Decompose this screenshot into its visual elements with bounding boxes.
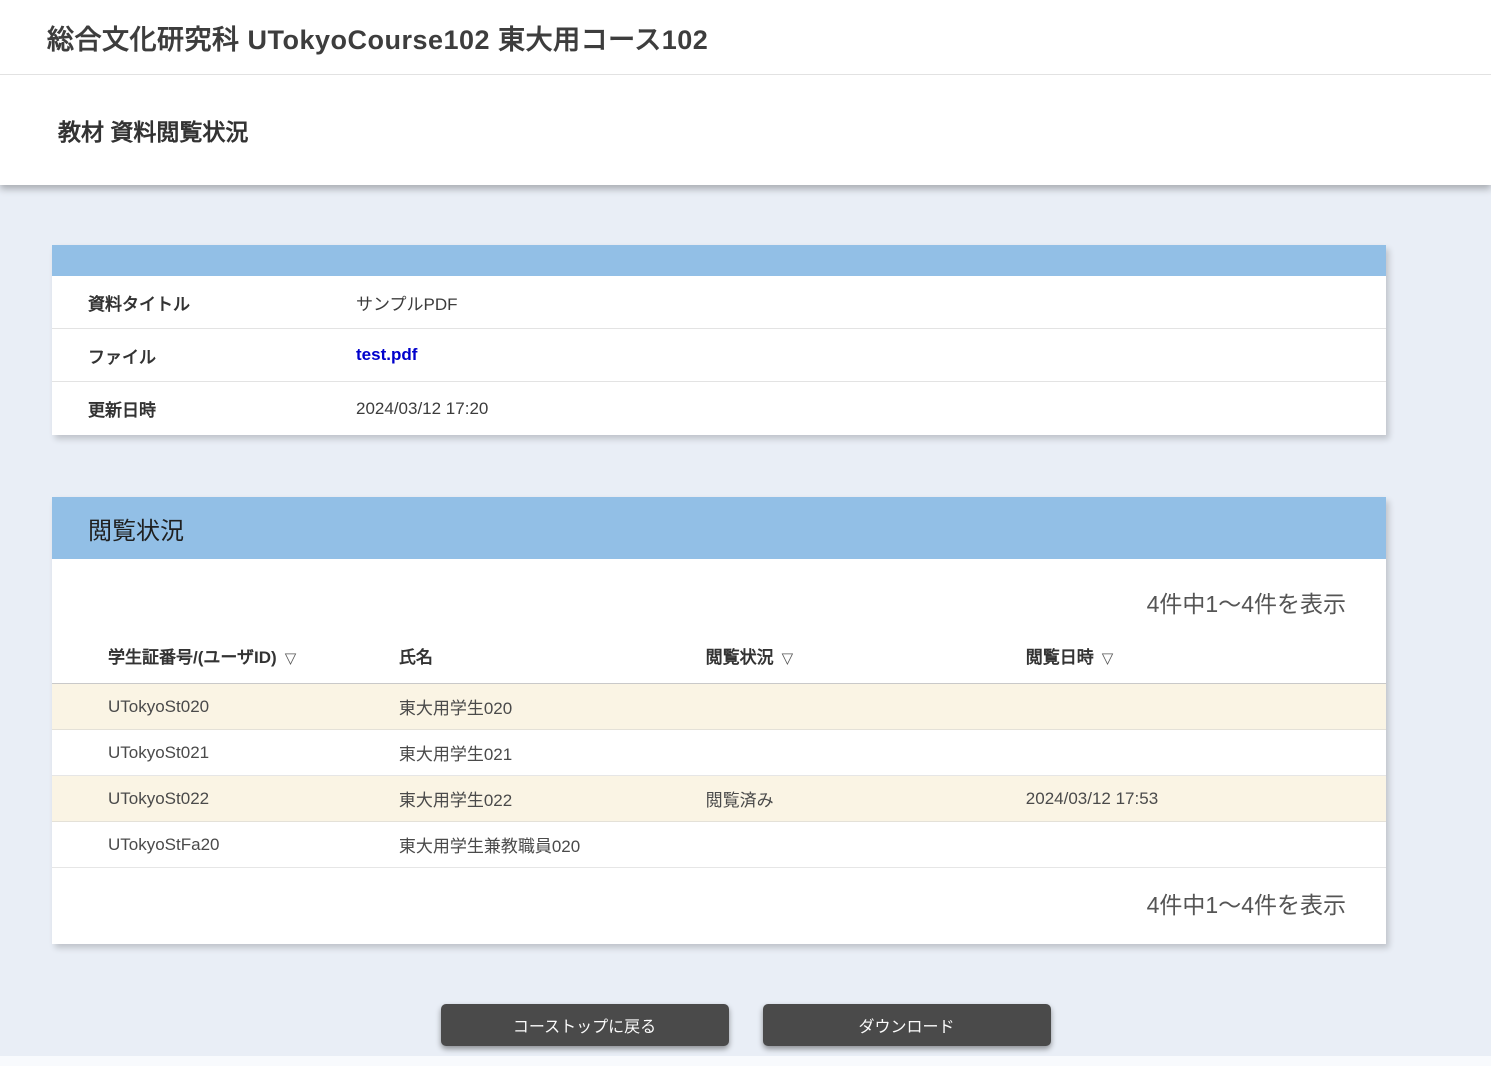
updated-label: 更新日時: [52, 396, 356, 421]
file-label: ファイル: [52, 343, 356, 368]
cell-name: 東大用学生020: [399, 684, 706, 730]
table-row: UTokyoStFa20 東大用学生兼教職員020: [52, 822, 1386, 868]
cell-view-status: [706, 822, 1026, 868]
table-row: UTokyoSt020 東大用学生020: [52, 684, 1386, 730]
course-title-row: 総合文化研究科 UTokyoCourse102 東大用コース102: [0, 0, 1491, 75]
file-link[interactable]: test.pdf: [356, 345, 417, 365]
cell-user-id: UTokyoStFa20: [52, 822, 399, 868]
table-row: UTokyoSt021 東大用学生021: [52, 730, 1386, 776]
sort-icon[interactable]: ▽: [1102, 650, 1114, 667]
pagination-top: 4件中1〜4件を表示: [52, 559, 1386, 621]
info-row-updated: 更新日時 2024/03/12 17:20: [52, 382, 1386, 435]
column-header-name: 氏名: [399, 621, 706, 684]
column-header-view-datetime: 閲覧日時▽: [1026, 621, 1386, 684]
cell-name: 東大用学生兼教職員020: [399, 822, 706, 868]
cell-view-datetime: 2024/03/12 17:53: [1026, 776, 1386, 822]
cell-view-datetime: [1026, 822, 1386, 868]
sort-icon[interactable]: ▽: [782, 650, 794, 667]
info-row-material-title: 資料タイトル サンプルPDF: [52, 276, 1386, 329]
cell-view-status: 閲覧済み: [706, 776, 1026, 822]
course-title: 総合文化研究科 UTokyoCourse102 東大用コース102: [47, 18, 708, 57]
updated-value: 2024/03/12 17:20: [356, 399, 488, 419]
cell-user-id: UTokyoSt021: [52, 730, 399, 776]
material-info-panel-header: [52, 245, 1386, 276]
cell-name: 東大用学生022: [399, 776, 706, 822]
table-row: UTokyoSt022 東大用学生022 閲覧済み 2024/03/12 17:…: [52, 776, 1386, 822]
page-title: 教材 資料閲覧状況: [58, 113, 248, 147]
column-header-view-status: 閲覧状況▽: [706, 621, 1026, 684]
column-header-user-id: 学生証番号/(ユーザID)▽: [52, 621, 399, 684]
cell-user-id: UTokyoSt022: [52, 776, 399, 822]
material-title-label: 資料タイトル: [52, 290, 356, 315]
cell-name: 東大用学生021: [399, 730, 706, 776]
page-title-row: 教材 資料閲覧状況: [0, 75, 1491, 185]
viewing-status-table: 学生証番号/(ユーザID)▽ 氏名 閲覧状況▽ 閲覧日時▽ UTokyoSt02…: [52, 621, 1386, 868]
actions-row: コーストップに戻る ダウンロード: [0, 1004, 1491, 1046]
cell-view-status: [706, 730, 1026, 776]
viewing-status-panel: 閲覧状況 4件中1〜4件を表示 学生証番号/(ユーザID)▽ 氏名 閲覧状況▽ …: [52, 497, 1386, 944]
cell-view-status: [706, 684, 1026, 730]
download-button[interactable]: ダウンロード: [763, 1004, 1051, 1046]
material-title-value: サンプルPDF: [356, 290, 458, 315]
cell-view-datetime: [1026, 684, 1386, 730]
viewing-status-panel-header: 閲覧状況: [52, 497, 1386, 559]
section-title: 閲覧状況: [88, 511, 184, 546]
cell-view-datetime: [1026, 730, 1386, 776]
page-header: 総合文化研究科 UTokyoCourse102 東大用コース102 教材 資料閲…: [0, 0, 1491, 185]
material-info-panel: 資料タイトル サンプルPDF ファイル test.pdf 更新日時 2024/0…: [52, 245, 1386, 435]
sort-icon[interactable]: ▽: [285, 650, 297, 667]
back-to-course-top-button[interactable]: コーストップに戻る: [441, 1004, 729, 1046]
table-header-row: 学生証番号/(ユーザID)▽ 氏名 閲覧状況▽ 閲覧日時▽: [52, 621, 1386, 684]
bottom-strip: [0, 1056, 1491, 1066]
pagination-bottom: 4件中1〜4件を表示: [52, 868, 1386, 944]
cell-user-id: UTokyoSt020: [52, 684, 399, 730]
info-row-file: ファイル test.pdf: [52, 329, 1386, 382]
